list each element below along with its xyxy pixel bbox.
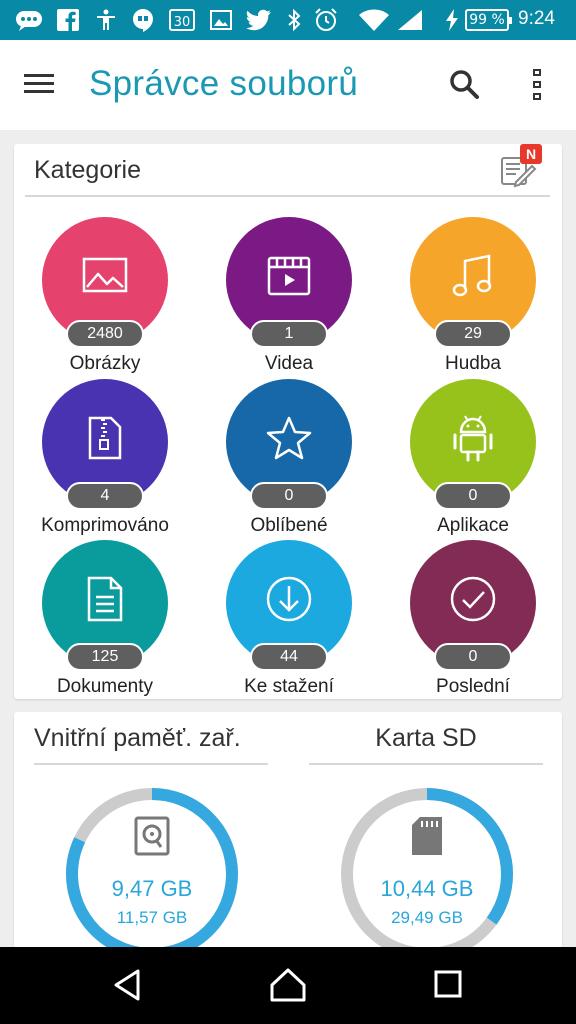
facebook-icon xyxy=(56,9,80,31)
category-count: 0 xyxy=(434,643,512,671)
divider xyxy=(309,763,543,765)
new-badge: N xyxy=(520,144,542,164)
page-title: Správce souborů xyxy=(89,64,359,103)
categories-header: Kategorie xyxy=(34,156,142,184)
category-recent-check[interactable]: 0 Poslední xyxy=(382,540,562,697)
status-bar: 30 99 % 9:24 xyxy=(0,0,576,40)
recents-icon[interactable] xyxy=(428,967,468,1003)
bluetooth-icon xyxy=(285,9,303,31)
hard-drive-icon xyxy=(62,816,242,856)
hamburger-menu-icon[interactable] xyxy=(22,68,58,100)
category-zip[interactable]: 4 Komprimováno xyxy=(14,379,194,536)
category-image[interactable]: 2480 Obrázky xyxy=(14,217,194,374)
document-icon xyxy=(42,564,168,634)
svg-text:30: 30 xyxy=(174,15,191,30)
accessibility-icon xyxy=(94,9,118,31)
app-bar: Správce souborů xyxy=(0,40,576,130)
android-icon xyxy=(410,403,536,473)
music-icon xyxy=(410,241,536,311)
signal-icon xyxy=(396,9,424,31)
home-icon[interactable] xyxy=(268,967,308,1003)
zip-icon xyxy=(42,403,168,473)
calendar-icon: 30 xyxy=(169,9,195,31)
star-icon xyxy=(226,403,352,473)
internal-total: 11,57 GB xyxy=(116,908,188,927)
sd-used: 10,44 GB xyxy=(380,876,474,901)
recent-check-icon xyxy=(410,564,536,634)
category-count: 125 xyxy=(66,643,144,671)
sd-card-icon xyxy=(337,816,517,856)
battery-level: 99 % xyxy=(465,9,512,31)
category-star[interactable]: 0 Oblíbené xyxy=(198,379,378,536)
category-video[interactable]: 1 Videa xyxy=(198,217,378,374)
sd-total: 29,49 GB xyxy=(391,908,463,927)
category-count: 0 xyxy=(250,482,328,510)
wifi-icon xyxy=(357,9,391,31)
more-options-icon[interactable] xyxy=(522,64,552,104)
category-document[interactable]: 125 Dokumenty xyxy=(14,540,194,697)
twitter-icon xyxy=(246,9,272,31)
search-icon[interactable] xyxy=(446,66,482,102)
download-icon xyxy=(226,564,352,634)
internal-storage-title: Vnitřní paměť. zař. xyxy=(34,724,241,752)
sd-usage-ring xyxy=(341,788,513,960)
sd-card-title: Karta SD xyxy=(375,724,477,752)
clock: 9:24 xyxy=(518,8,555,29)
video-icon xyxy=(226,241,352,311)
image-icon xyxy=(42,241,168,311)
category-android[interactable]: 0 Aplikace xyxy=(382,379,562,536)
category-label: Hudba xyxy=(445,353,501,374)
alarm-icon xyxy=(313,8,339,31)
category-count: 0 xyxy=(434,482,512,510)
category-label: Aplikace xyxy=(437,515,509,536)
internal-usage-ring xyxy=(66,788,238,960)
category-download[interactable]: 44 Ke stažení xyxy=(198,540,378,697)
back-icon[interactable] xyxy=(108,967,148,1003)
internal-used: 9,47 GB xyxy=(111,876,193,901)
navigation-bar xyxy=(0,947,576,1024)
category-count: 44 xyxy=(250,643,328,671)
messages-icon xyxy=(14,9,44,31)
category-count: 29 xyxy=(434,320,512,348)
category-count: 2480 xyxy=(66,320,144,348)
category-count: 1 xyxy=(250,320,328,348)
divider xyxy=(34,763,268,765)
categories-card: Kategorie N 2480 Obrázky 1 Videa 29 Hudba 4 Kom… xyxy=(14,144,562,699)
hangouts-icon xyxy=(131,9,155,32)
category-count: 4 xyxy=(66,482,144,510)
charging-icon xyxy=(444,9,460,31)
divider xyxy=(25,195,550,197)
gallery-icon xyxy=(209,9,233,31)
category-label: Poslední xyxy=(436,676,510,697)
category-music[interactable]: 29 Hudba xyxy=(382,217,562,374)
